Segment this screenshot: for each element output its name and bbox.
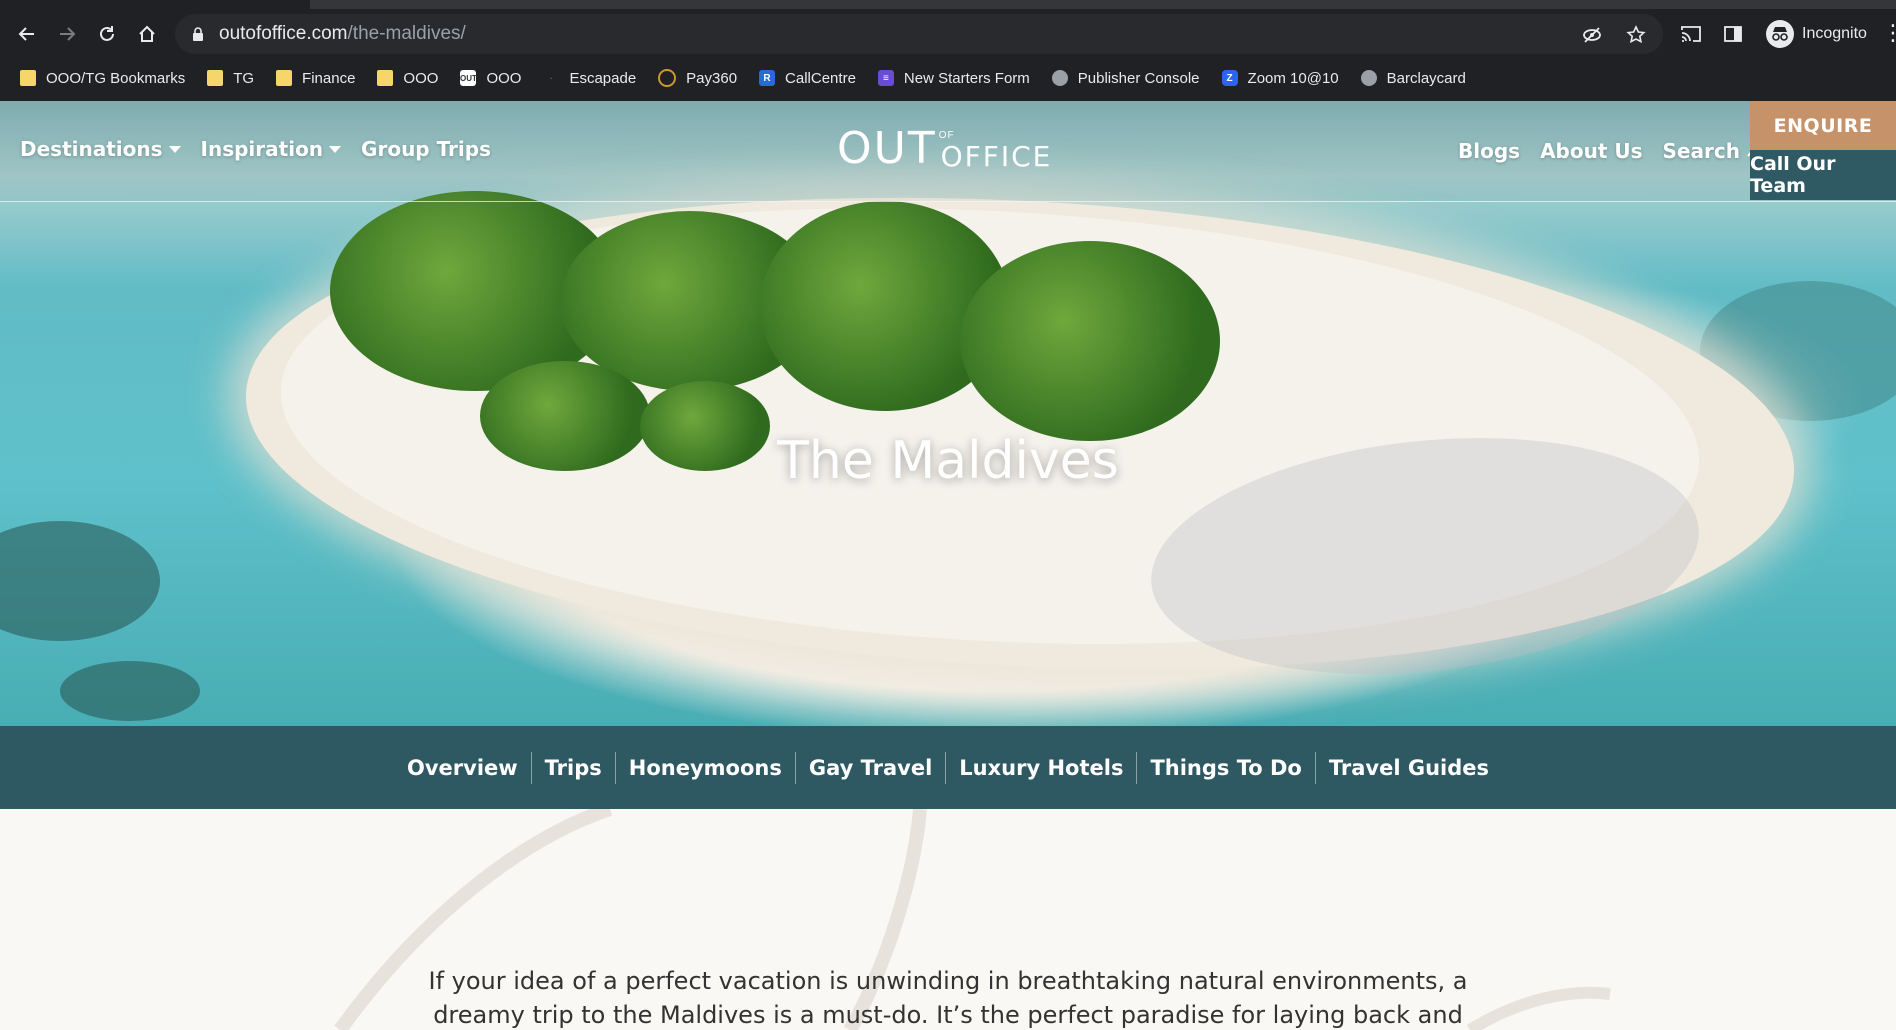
bookmark-label: Finance bbox=[302, 69, 356, 87]
bookmark-escapade[interactable]: · Escapade bbox=[543, 70, 636, 87]
nav-blogs[interactable]: Blogs bbox=[1458, 139, 1520, 163]
bookmark-label: Publisher Console bbox=[1077, 69, 1200, 87]
reef-shape bbox=[0, 521, 160, 641]
browser-chrome: outofoffice.com/the-maldives/ Incognito … bbox=[0, 0, 1896, 101]
bookmark-publisher-console[interactable]: Publisher Console bbox=[1051, 69, 1200, 87]
bookmark-ooo-tg[interactable]: OOO/TG Bookmarks bbox=[20, 70, 185, 87]
site-header: Destinations Inspiration Group Trips OUT… bbox=[0, 101, 1896, 202]
nav-label: About Us bbox=[1540, 138, 1643, 163]
form-favicon-icon: ≡ bbox=[877, 70, 894, 86]
enquire-button[interactable]: ENQUIRE bbox=[1750, 101, 1896, 150]
url-text: outofoffice.com/the-maldives/ bbox=[219, 23, 466, 45]
bookmark-barclaycard[interactable]: Barclaycard bbox=[1360, 69, 1466, 87]
globe-icon bbox=[1051, 70, 1068, 86]
cast-icon[interactable] bbox=[1678, 21, 1704, 47]
nav-group-trips[interactable]: Group Trips bbox=[361, 137, 491, 161]
bookmark-new-starters-form[interactable]: ≡ New Starters Form bbox=[877, 69, 1030, 87]
logo-of: OF bbox=[938, 130, 955, 141]
subnav-things-to-do[interactable]: Things To Do bbox=[1137, 751, 1316, 784]
bookmark-label: Zoom 10@10 bbox=[1247, 69, 1339, 87]
bookmark-label: OOO bbox=[486, 69, 522, 87]
home-icon[interactable] bbox=[131, 18, 163, 50]
logo-out: OUT bbox=[837, 123, 937, 174]
pay360-favicon-icon bbox=[658, 69, 677, 87]
nav-label: Inspiration bbox=[200, 137, 324, 161]
bookmark-label: Escapade bbox=[569, 69, 637, 87]
site-logo[interactable]: OUT OF OFFICE bbox=[837, 127, 1052, 171]
bookmark-label: Barclaycard bbox=[1386, 69, 1466, 87]
folder-icon bbox=[377, 70, 394, 86]
bookmark-ooo-folder[interactable]: OOO bbox=[377, 70, 438, 87]
caret-down-icon bbox=[168, 145, 181, 153]
subnav-luxury-hotels[interactable]: Luxury Hotels bbox=[946, 751, 1138, 784]
main-nav-left: Destinations Inspiration Group Trips bbox=[20, 137, 491, 161]
subnav-gay-travel[interactable]: Gay Travel bbox=[796, 751, 947, 784]
globe-icon bbox=[1360, 70, 1377, 86]
intro-section: If your idea of a perfect vacation is un… bbox=[0, 809, 1896, 1030]
destination-subnav: Overview Trips Honeymoons Gay Travel Lux… bbox=[0, 726, 1896, 809]
eye-off-icon[interactable] bbox=[1579, 22, 1605, 48]
folder-icon bbox=[207, 70, 224, 86]
nav-label: Search bbox=[1662, 138, 1740, 163]
bookmark-label: New Starters Form bbox=[903, 69, 1030, 87]
incognito-indicator[interactable]: Incognito bbox=[1762, 16, 1877, 52]
incognito-label: Incognito bbox=[1802, 25, 1867, 42]
folder-icon bbox=[20, 70, 36, 86]
bookmark-label: TG bbox=[233, 69, 255, 87]
lock-icon[interactable] bbox=[191, 26, 205, 42]
caret-down-icon bbox=[329, 145, 342, 153]
reload-icon[interactable] bbox=[91, 18, 123, 50]
nav-label: Group Trips bbox=[361, 137, 491, 161]
bookmark-label: Pay360 bbox=[686, 69, 738, 87]
intro-paragraph: If your idea of a perfect vacation is un… bbox=[428, 967, 1468, 1029]
subnav-trips[interactable]: Trips bbox=[532, 751, 616, 784]
browser-toolbar: outofoffice.com/the-maldives/ Incognito … bbox=[0, 12, 1896, 56]
bookmark-ooo-site[interactable]: OUT OOO bbox=[460, 70, 521, 87]
zoom-favicon-icon: Z bbox=[1221, 70, 1238, 86]
out-favicon-icon: OUT bbox=[460, 70, 477, 86]
nav-inspiration[interactable]: Inspiration bbox=[201, 137, 342, 161]
bookmark-pay360[interactable]: Pay360 bbox=[658, 69, 737, 87]
bookmark-zoom[interactable]: Z Zoom 10@10 bbox=[1221, 69, 1339, 87]
nav-about-us[interactable]: About Us bbox=[1540, 139, 1642, 163]
side-panel-icon[interactable] bbox=[1720, 21, 1746, 47]
url-host: outofoffice.com bbox=[219, 23, 348, 44]
url-path: /the-maldives/ bbox=[347, 23, 466, 44]
bookmark-label: OOO bbox=[403, 69, 439, 87]
incognito-icon bbox=[1766, 20, 1794, 48]
bookmark-finance[interactable]: Finance bbox=[276, 70, 355, 87]
main-nav-right: Blogs About Us Search bbox=[1458, 137, 1766, 164]
kebab-menu-icon[interactable]: ⋮ bbox=[1882, 22, 1896, 44]
nav-label: Destinations bbox=[20, 137, 163, 161]
island-vegetation bbox=[960, 241, 1220, 441]
bookmark-label: CallCentre bbox=[785, 69, 856, 87]
bookmarks-bar: OOO/TG Bookmarks TG Finance OOO OUT OOO ·… bbox=[0, 63, 1896, 93]
subnav-travel-guides[interactable]: Travel Guides bbox=[1316, 752, 1502, 784]
address-bar[interactable]: outofoffice.com/the-maldives/ bbox=[175, 14, 1663, 54]
page-title: The Maldives bbox=[777, 431, 1119, 491]
arrow-right-icon[interactable] bbox=[51, 18, 83, 50]
star-icon[interactable] bbox=[1623, 22, 1649, 48]
nav-label: Blogs bbox=[1458, 138, 1521, 163]
call-our-team-button[interactable]: Call Our Team bbox=[1750, 150, 1896, 200]
folder-icon bbox=[276, 70, 293, 86]
subnav-overview[interactable]: Overview bbox=[394, 751, 532, 784]
reef-shape bbox=[60, 661, 200, 721]
bookmark-tg[interactable]: TG bbox=[207, 70, 254, 87]
escapade-favicon-icon: · bbox=[550, 73, 553, 83]
bookmark-callcentre[interactable]: R CallCentre bbox=[759, 70, 856, 87]
logo-office: OFFICE bbox=[940, 140, 1053, 173]
callcentre-favicon-icon: R bbox=[759, 70, 776, 86]
bookmark-label: OOO/TG Bookmarks bbox=[46, 69, 186, 87]
subnav-honeymoons[interactable]: Honeymoons bbox=[616, 751, 796, 784]
arrow-left-icon[interactable] bbox=[11, 18, 43, 50]
tab-strip bbox=[310, 0, 1896, 9]
nav-destinations[interactable]: Destinations bbox=[20, 137, 181, 161]
